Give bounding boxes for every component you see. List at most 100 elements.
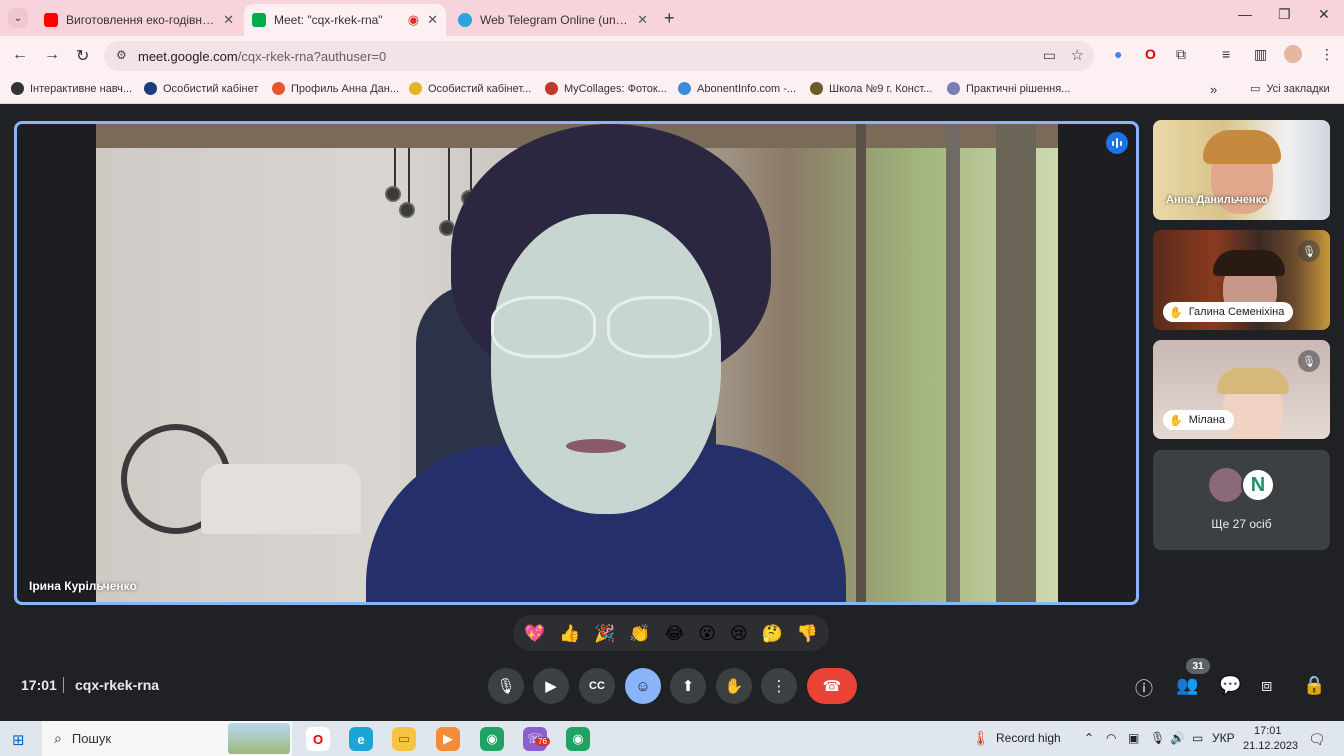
close-icon[interactable]: ✕ xyxy=(427,12,438,28)
people-icon[interactable]: 👥 xyxy=(1176,675,1198,696)
maximize-icon[interactable]: ❐ xyxy=(1278,6,1291,23)
close-window-icon[interactable]: ✕ xyxy=(1318,6,1330,23)
wifi-icon[interactable]: ◠ xyxy=(1106,731,1116,745)
tab-meet[interactable]: Meet: "cqx-rkek-rna" ◉ ✕ xyxy=(244,4,446,36)
chat-icon[interactable]: 💬 xyxy=(1219,675,1241,696)
tab-youtube[interactable]: Виготовлення еко-годівнички ✕ xyxy=(36,4,242,36)
app-icon[interactable]: ▶ xyxy=(436,727,460,751)
present-screen-button[interactable]: ⬆ xyxy=(670,668,706,704)
telegram-icon xyxy=(458,13,472,27)
avatar xyxy=(1209,468,1243,502)
minimize-icon[interactable]: — xyxy=(1238,6,1252,22)
bookmark-icon xyxy=(272,82,285,95)
raised-hand-icon: ✋ xyxy=(1169,306,1183,319)
divider xyxy=(63,677,64,693)
bookmark-item[interactable]: MyCollages: Фоток... xyxy=(545,82,667,95)
camera-button[interactable]: ▶ xyxy=(533,668,569,704)
more-participants-tile[interactable]: N Ще 27 осіб xyxy=(1153,450,1330,550)
raise-hand-button[interactable]: ✋ xyxy=(716,668,752,704)
taskbar-date[interactable]: 21.12.2023 xyxy=(1243,740,1298,752)
leave-call-button[interactable]: ☎ xyxy=(807,668,857,704)
star-icon[interactable]: ☆ xyxy=(1071,46,1084,64)
file-explorer-icon[interactable]: ▭ xyxy=(392,727,416,751)
bookmarks-overflow-icon[interactable]: » xyxy=(1210,82,1217,97)
activities-icon[interactable]: ⧈ xyxy=(1261,675,1272,696)
participant-name-pill: ✋ Галина Семеніхіна xyxy=(1163,302,1294,322)
reaction-surprised-button[interactable]: 😮 xyxy=(698,625,716,642)
chevron-down-icon[interactable]: ⌄ xyxy=(8,8,28,28)
reaction-heart-button[interactable]: 💖 xyxy=(524,625,545,642)
close-icon[interactable]: ✕ xyxy=(223,12,234,28)
back-icon[interactable]: ← xyxy=(12,46,28,64)
participant-tile[interactable]: 🎙 ✋ Мілана xyxy=(1153,340,1330,439)
bookmark-item[interactable]: Школа №9 г. Конст... xyxy=(810,82,932,95)
chrome-icon[interactable]: ◉ xyxy=(480,727,504,751)
opera-icon[interactable]: O xyxy=(1145,46,1156,62)
taskbar-time[interactable]: 17:01 xyxy=(1254,725,1282,737)
extension-icon[interactable]: ● xyxy=(1114,46,1122,62)
menu-dots-icon[interactable]: ⋮ xyxy=(1320,46,1334,63)
captions-icon: CC xyxy=(589,680,605,692)
new-tab-button[interactable]: + xyxy=(664,8,675,29)
puzzle-icon[interactable]: ⧉ xyxy=(1176,46,1186,63)
bookmarks-bar: Інтерактивне навч... Особистий кабінет П… xyxy=(0,76,1344,104)
bookmark-item[interactable]: Особистий кабінет... xyxy=(409,82,531,95)
bookmark-item[interactable]: Особистий кабінет xyxy=(144,82,258,95)
side-panel-icon[interactable]: ▥ xyxy=(1254,46,1267,63)
reaction-sad-button[interactable]: 😢 xyxy=(730,625,748,642)
avatar[interactable] xyxy=(1284,45,1302,63)
reaction-thinking-button[interactable]: 🤔 xyxy=(762,625,783,642)
captions-button[interactable]: CC xyxy=(579,668,615,704)
all-bookmarks-folder[interactable]: ▭ Усі закладки xyxy=(1250,82,1330,96)
meeting-time: 17:01 xyxy=(21,677,57,693)
record-dot-icon: ◉ xyxy=(407,12,420,27)
raised-hand-icon: ✋ xyxy=(1169,414,1183,427)
microphone-button[interactable]: 🎙 xyxy=(488,668,524,704)
bookmark-item[interactable]: Профиль Анна Дан... xyxy=(272,82,399,95)
address-bar[interactable]: ⚙ meet.google.com/cqx-rkek-rna?authuser=… xyxy=(104,41,1094,71)
address-url: meet.google.com/cqx-rkek-rna?authuser=0 xyxy=(138,48,387,64)
reaction-thumbs-down-button[interactable]: 👎 xyxy=(797,625,818,642)
close-icon[interactable]: ✕ xyxy=(637,12,648,28)
participant-tile[interactable]: Анна Данильченко xyxy=(1153,120,1330,220)
thermometer-icon: 🌡 xyxy=(972,730,990,746)
forward-icon[interactable]: → xyxy=(44,46,60,64)
reaction-clap-button[interactable]: 👏 xyxy=(629,625,650,642)
speaker-icon[interactable]: 🔊 xyxy=(1170,731,1185,745)
info-icon[interactable]: ⓘ xyxy=(1135,675,1153,701)
tab-telegram[interactable]: Web Telegram Online (unofficial) ✕ xyxy=(450,4,656,36)
mic-icon: 🎙 xyxy=(496,678,516,695)
opera-icon[interactable]: O xyxy=(306,727,330,751)
site-info-icon[interactable]: ⚙ xyxy=(116,48,127,62)
host-controls-icon[interactable]: 🔒 xyxy=(1303,675,1325,696)
main-speaker-tile[interactable]: Ірина Курільченко xyxy=(14,121,1139,605)
notifications-icon[interactable]: 🗨 xyxy=(1308,731,1326,748)
more-options-button[interactable]: ⋮ xyxy=(761,668,797,704)
camera-icon[interactable]: ▭ xyxy=(1043,47,1056,64)
windows-start-icon[interactable]: ⊞ xyxy=(12,731,25,749)
search-icon: ⌕ xyxy=(54,730,62,746)
main-speaker-video xyxy=(96,124,1058,602)
bookmark-item[interactable]: AbonentInfo.com -... xyxy=(678,82,796,95)
battery-icon[interactable]: ▭ xyxy=(1192,731,1203,745)
reaction-party-button[interactable]: 🎉 xyxy=(594,625,615,642)
reaction-thumbs-up-button[interactable]: 👍 xyxy=(559,625,580,642)
search-label: Пошук xyxy=(71,731,112,746)
bookmark-item[interactable]: Інтерактивне навч... xyxy=(11,82,132,95)
chevron-up-icon[interactable]: ⌃ xyxy=(1084,731,1094,745)
bookmark-item[interactable]: Практичні рішення... xyxy=(947,82,1070,95)
weather-label[interactable]: Record high xyxy=(996,731,1061,745)
taskbar-search[interactable]: ⌕ Пошук xyxy=(42,721,292,756)
reload-icon[interactable]: ↻ xyxy=(76,46,89,66)
language-indicator[interactable]: УКР xyxy=(1212,731,1235,745)
media-control-icon[interactable]: ≡ xyxy=(1222,46,1230,62)
emoji-reactions-button[interactable]: ☺ xyxy=(625,668,661,704)
meet-icon xyxy=(252,13,266,27)
edge-icon[interactable]: e xyxy=(349,727,373,751)
tab-strip: ⌄ Виготовлення еко-годівнички ✕ Meet: "c… xyxy=(0,0,1344,36)
participant-tile[interactable]: 🎙 ✋ Галина Семеніхіна xyxy=(1153,230,1330,330)
chrome-active-icon[interactable]: ◉ xyxy=(566,727,590,751)
reaction-laugh-button[interactable]: 😂 xyxy=(664,625,684,642)
bookmark-icon xyxy=(144,82,157,95)
participant-name-pill: ✋ Мілана xyxy=(1163,410,1235,430)
